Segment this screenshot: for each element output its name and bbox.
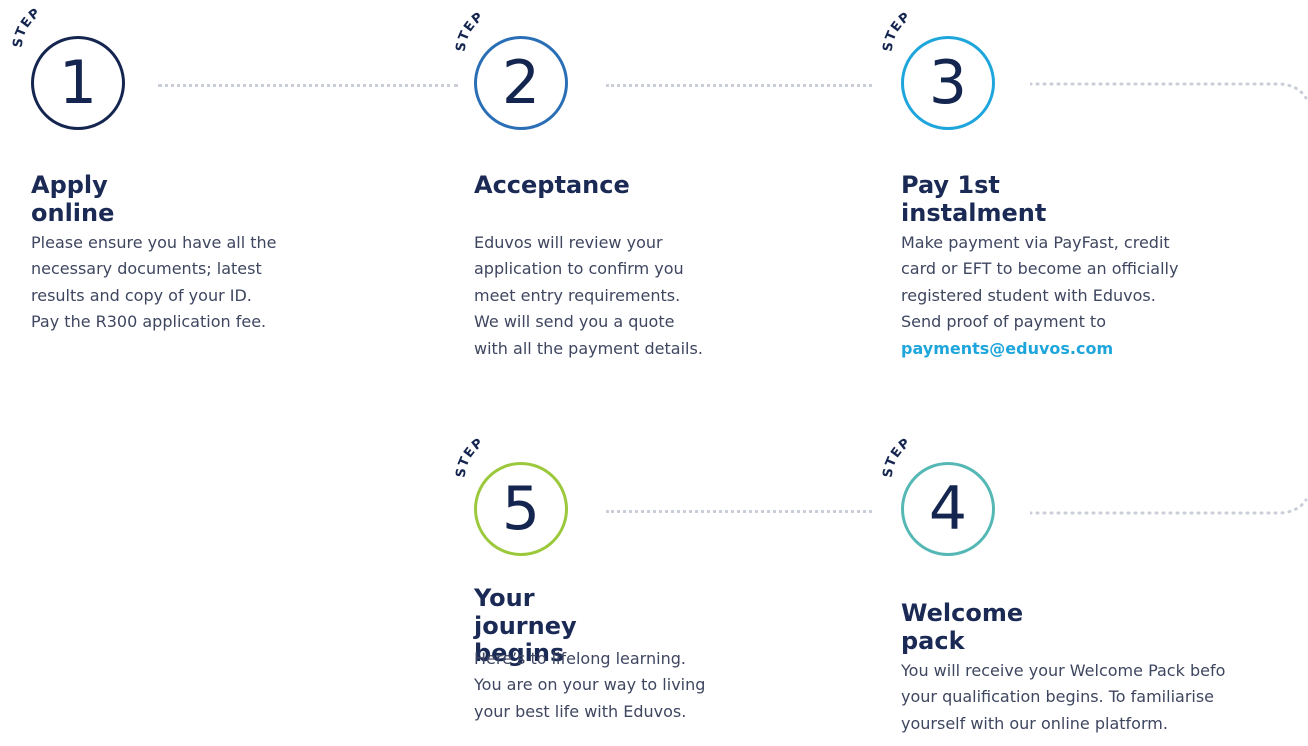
step-number: 1: [58, 48, 98, 118]
step-number: 2: [501, 48, 541, 118]
description-line: results and copy of your ID.: [31, 285, 252, 305]
description-line: You will receive your Welcome Pack befo: [901, 661, 1226, 680]
step-title: Pay 1st instalment: [901, 171, 1047, 227]
step-title: Acceptance: [474, 171, 630, 199]
svg-text:STEP: STEP: [454, 9, 487, 52]
dotted-connector: [606, 84, 872, 87]
step-number-circle: 1: [31, 36, 125, 130]
step-number-circle: 2: [474, 36, 568, 130]
svg-text:STEP: STEP: [11, 5, 44, 48]
description-line: meet entry requirements.: [474, 285, 681, 305]
description-line: Pay the R300 application fee.: [31, 312, 267, 332]
title-line: Your journey: [474, 584, 577, 640]
step-description: Here’s to lifelong learning. You are on …: [474, 646, 705, 725]
description-line: Eduvos will review your: [474, 233, 663, 252]
step-label: STEP: [11, 5, 43, 48]
step-number: 3: [928, 48, 968, 118]
step-number: 5: [501, 474, 541, 544]
step-description: Please ensure you have all the necessary…: [31, 230, 277, 336]
svg-text:STEP: STEP: [881, 9, 914, 52]
step-title: Welcome pack: [901, 599, 1024, 655]
description-line: card or EFT to become an officially: [901, 259, 1179, 279]
step-number-circle: 5: [474, 462, 568, 556]
svg-text:STEP: STEP: [454, 435, 487, 478]
description-line: application to confirm you: [474, 259, 684, 279]
step-description: Eduvos will review your application to c…: [474, 230, 703, 362]
step-number-circle: 4: [901, 462, 995, 556]
step-number: 4: [928, 474, 968, 544]
dotted-connector-curve: [1030, 82, 1308, 100]
dotted-connector: [606, 510, 872, 513]
description-line: with all the payment details.: [474, 338, 703, 358]
description-line: Please ensure you have all the: [31, 233, 277, 252]
description-line: You are on your way to living: [474, 675, 706, 695]
description-line: registered student with Eduvos.: [901, 285, 1156, 305]
description-line: Send proof of payment to: [901, 312, 1106, 332]
step-label: STEP: [881, 9, 913, 52]
description-line: your qualification begins. To familiaris…: [901, 687, 1215, 707]
description-line: Here’s to lifelong learning.: [474, 649, 686, 668]
dotted-connector-curve: [1030, 498, 1308, 515]
description-line: necessary documents; latest: [31, 259, 262, 279]
step-title: Apply online: [31, 171, 115, 227]
description-line: Make payment via PayFast, credit: [901, 233, 1170, 252]
step-label: STEP: [881, 435, 913, 478]
payments-email-link[interactable]: payments@eduvos.com: [901, 339, 1113, 358]
step-description: You will receive your Welcome Pack befo …: [901, 658, 1225, 737]
step-description: Make payment via PayFast, credit card or…: [901, 230, 1178, 362]
step-number-circle: 3: [901, 36, 995, 130]
description-line: We will send you a quote: [474, 312, 675, 332]
step-label: STEP: [454, 9, 486, 52]
svg-text:STEP: STEP: [881, 435, 914, 478]
step-label: STEP: [454, 435, 486, 478]
dotted-connector: [158, 84, 458, 87]
description-line: your best life with Eduvos.: [474, 701, 687, 721]
description-line: yourself with our online platform.: [901, 713, 1168, 733]
